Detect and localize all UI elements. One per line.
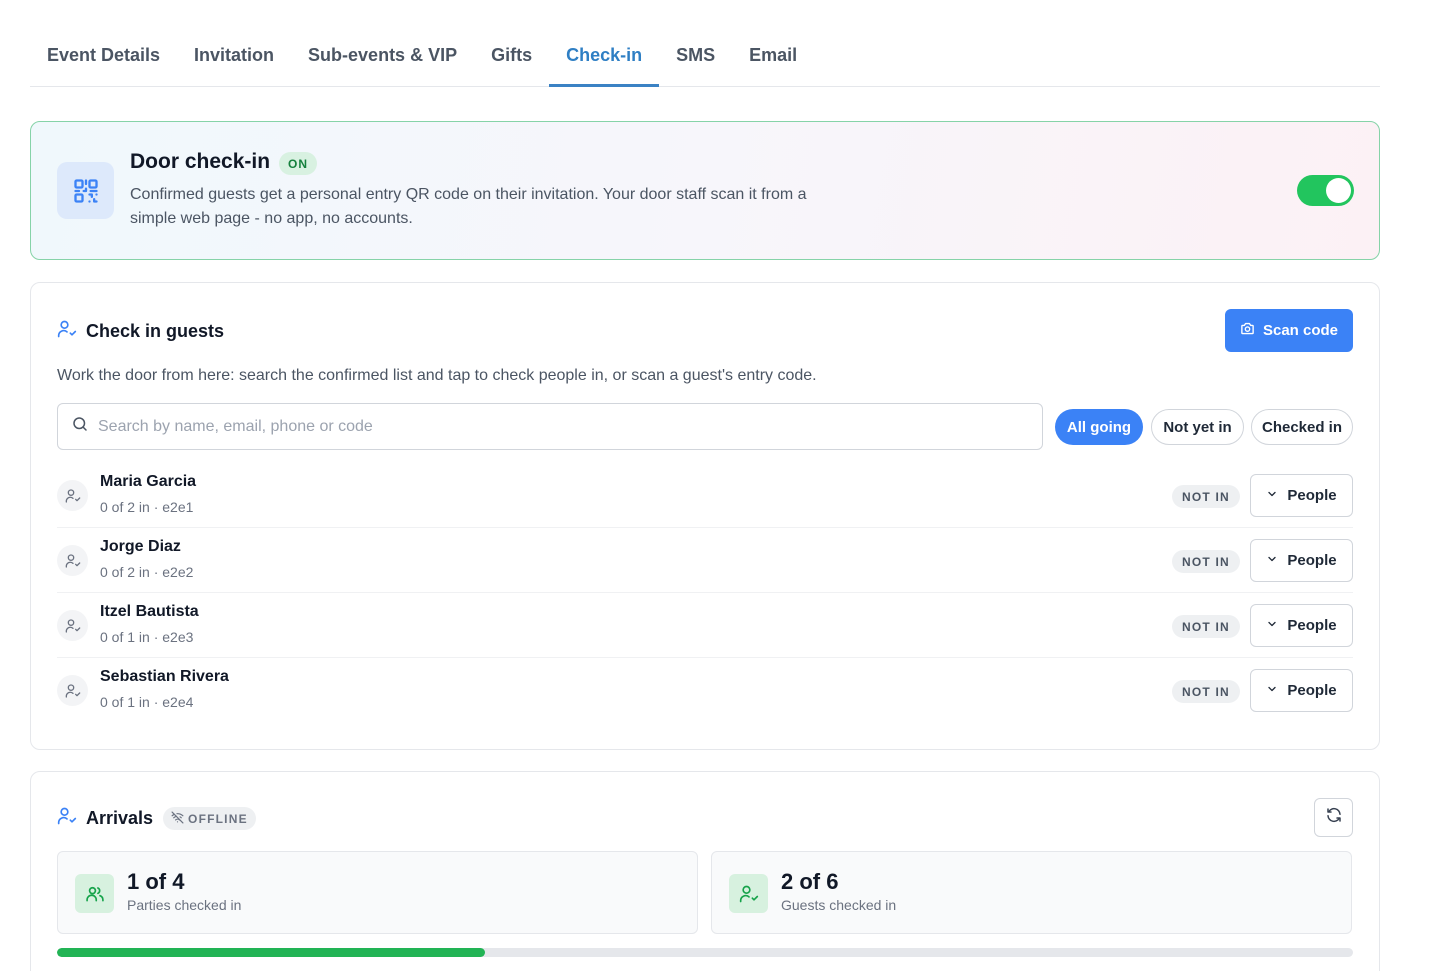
chevron-down-icon bbox=[1266, 617, 1278, 634]
tab-sms[interactable]: SMS bbox=[659, 28, 732, 86]
guest-name: Jorge Diaz bbox=[100, 538, 181, 555]
check-in-guests-title: Check in guests bbox=[86, 321, 225, 341]
guest-row: Jorge Diaz 0 of 2 in · e2e2 NOT IN Peopl… bbox=[57, 528, 1353, 593]
refresh-button[interactable] bbox=[1314, 798, 1353, 837]
arrivals-title: Arrivals bbox=[86, 808, 154, 828]
guest-name: Sebastian Rivera bbox=[100, 668, 229, 685]
arrivals-progress-bar bbox=[57, 948, 1353, 957]
offline-label: OFFLINE bbox=[188, 811, 248, 826]
parties-stat: 1 of 4 Parties checked in bbox=[57, 851, 698, 934]
search-input[interactable] bbox=[98, 417, 998, 436]
tab-gifts[interactable]: Gifts bbox=[474, 28, 549, 86]
users-icon bbox=[75, 874, 114, 913]
offline-badge: OFFLINE bbox=[163, 807, 256, 830]
scan-code-label: Scan code bbox=[1262, 322, 1339, 339]
filter-all-going[interactable]: All going bbox=[1055, 409, 1143, 445]
chevron-down-icon bbox=[1266, 552, 1278, 569]
guest-meta: 0 of 2 in · e2e1 bbox=[100, 499, 194, 515]
people-button[interactable]: People bbox=[1250, 604, 1353, 647]
user-avatar-icon bbox=[57, 545, 88, 576]
arrivals-header: Arrivals OFFLINE bbox=[57, 806, 256, 831]
guest-row: Itzel Bautista 0 of 1 in · e2e3 NOT IN P… bbox=[57, 593, 1353, 658]
people-button[interactable]: People bbox=[1250, 474, 1353, 517]
user-check-icon bbox=[57, 319, 77, 344]
status-badge: NOT IN bbox=[1172, 680, 1240, 703]
check-in-guests-card: Check in guests Scan code Work the door … bbox=[30, 282, 1380, 750]
guest-meta: 0 of 1 in · e2e4 bbox=[100, 694, 194, 710]
guest-meta: 0 of 1 in · e2e3 bbox=[100, 629, 194, 645]
people-button[interactable]: People bbox=[1250, 539, 1353, 582]
refresh-icon bbox=[1325, 806, 1343, 829]
check-in-instructions: Work the door from here: search the conf… bbox=[57, 367, 817, 384]
guests-value: 2 of 6 bbox=[781, 869, 839, 894]
wifi-off-icon bbox=[171, 810, 184, 827]
chevron-down-icon bbox=[1266, 487, 1278, 504]
user-avatar-icon bbox=[57, 610, 88, 641]
user-avatar-icon bbox=[57, 480, 88, 511]
people-button[interactable]: People bbox=[1250, 669, 1353, 712]
guest-row: Sebastian Rivera 0 of 1 in · e2e4 NOT IN… bbox=[57, 658, 1353, 723]
guest-row: Maria Garcia 0 of 2 in · e2e1 NOT IN Peo… bbox=[57, 463, 1353, 528]
tab-check-in[interactable]: Check-in bbox=[549, 28, 660, 87]
door-check-in-description: Confirmed guests get a personal entry QR… bbox=[130, 186, 807, 227]
door-check-in-title: Door check-in bbox=[130, 150, 271, 173]
guest-meta: 0 of 2 in · e2e2 bbox=[100, 564, 194, 580]
toggle-knob bbox=[1326, 178, 1351, 203]
status-badge: NOT IN bbox=[1172, 485, 1240, 508]
tab-bar: Event Details Invitation Sub-events & VI… bbox=[30, 28, 1380, 87]
guest-name: Maria Garcia bbox=[100, 473, 197, 490]
guests-stat: 2 of 6 Guests checked in bbox=[711, 851, 1352, 934]
door-check-in-card: Door check-in ON Confirmed guests get a … bbox=[30, 121, 1380, 260]
guests-label: Guests checked in bbox=[781, 897, 897, 913]
people-button-label: People bbox=[1287, 682, 1337, 699]
arrivals-card: Arrivals OFFLINE 1 of 4 Parties checked … bbox=[30, 771, 1380, 971]
guest-name: Itzel Bautista bbox=[100, 603, 199, 620]
guest-search bbox=[57, 403, 1043, 450]
people-button-label: People bbox=[1287, 552, 1337, 569]
user-check-icon bbox=[729, 874, 768, 913]
tab-event-details[interactable]: Event Details bbox=[30, 28, 177, 86]
parties-label: Parties checked in bbox=[127, 897, 242, 913]
people-button-label: People bbox=[1287, 617, 1337, 634]
filter-not-yet-in[interactable]: Not yet in bbox=[1151, 409, 1244, 445]
tab-invitation[interactable]: Invitation bbox=[177, 28, 291, 86]
tab-email[interactable]: Email bbox=[732, 28, 814, 86]
people-button-label: People bbox=[1287, 487, 1337, 504]
status-badge: NOT IN bbox=[1172, 550, 1240, 573]
chevron-down-icon bbox=[1266, 682, 1278, 699]
parties-value: 1 of 4 bbox=[127, 869, 185, 894]
status-badge: NOT IN bbox=[1172, 615, 1240, 638]
scan-code-button[interactable]: Scan code bbox=[1225, 309, 1353, 352]
check-in-guests-header: Check in guests bbox=[57, 319, 224, 344]
tab-sub-events-vip[interactable]: Sub-events & VIP bbox=[291, 28, 474, 86]
qr-code-icon bbox=[57, 162, 114, 219]
search-icon bbox=[71, 415, 89, 438]
user-check-icon bbox=[57, 806, 77, 831]
status-badge: ON bbox=[279, 152, 317, 175]
camera-icon bbox=[1240, 321, 1255, 340]
door-check-in-toggle[interactable] bbox=[1297, 175, 1354, 206]
progress-fill bbox=[57, 948, 485, 957]
user-avatar-icon bbox=[57, 675, 88, 706]
filter-checked-in[interactable]: Checked in bbox=[1251, 409, 1353, 445]
